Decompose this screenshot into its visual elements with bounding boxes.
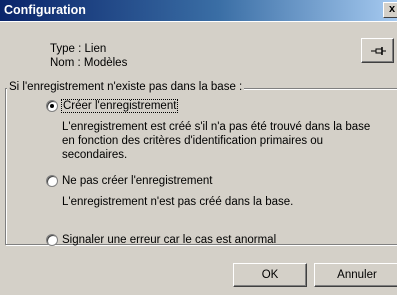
title-bar[interactable]: Configuration x bbox=[0, 0, 397, 21]
radio-label: Ne pas créer l'enregistrement bbox=[62, 175, 213, 187]
radio-option-error[interactable]: Signaler une erreur car le cas est anorm… bbox=[46, 234, 276, 246]
radio-label: Signaler une erreur car le cas est anorm… bbox=[62, 234, 277, 246]
radio-label: Créer l'enregistrement bbox=[60, 99, 179, 113]
group-label: Si l'enregistrement n'existe pas dans la… bbox=[7, 81, 245, 93]
type-line: Type : Lien bbox=[50, 43, 107, 55]
radio-button[interactable] bbox=[46, 100, 58, 112]
radio-option-create[interactable]: Créer l'enregistrement bbox=[46, 99, 179, 113]
description-line: secondaires. bbox=[62, 149, 128, 161]
nom-line: Nom : Modèles bbox=[50, 57, 128, 69]
close-icon: x bbox=[388, 3, 396, 15]
pin-icon bbox=[371, 47, 386, 55]
option-description: L'enregistrement est créé s'il n'a pas é… bbox=[62, 120, 370, 162]
radio-option-no-create[interactable]: Ne pas créer l'enregistrement bbox=[46, 175, 212, 187]
window-title: Configuration bbox=[4, 3, 86, 17]
pin-button[interactable] bbox=[361, 38, 394, 63]
object-info: Type : Lien Nom : Modèles bbox=[50, 42, 127, 70]
description-line: en fonction des critères d'identificatio… bbox=[62, 135, 324, 147]
close-button[interactable]: x bbox=[383, 2, 397, 18]
description-line: L'enregistrement est créé s'il n'a pas é… bbox=[62, 121, 371, 133]
description-line: L'enregistrement n'est pas créé dans la … bbox=[62, 196, 294, 208]
option-description: L'enregistrement n'est pas créé dans la … bbox=[62, 195, 293, 209]
ok-button[interactable]: OK bbox=[233, 263, 307, 287]
cancel-button[interactable]: Annuler bbox=[314, 263, 397, 287]
radio-button[interactable] bbox=[46, 175, 58, 187]
radio-button[interactable] bbox=[46, 234, 58, 246]
